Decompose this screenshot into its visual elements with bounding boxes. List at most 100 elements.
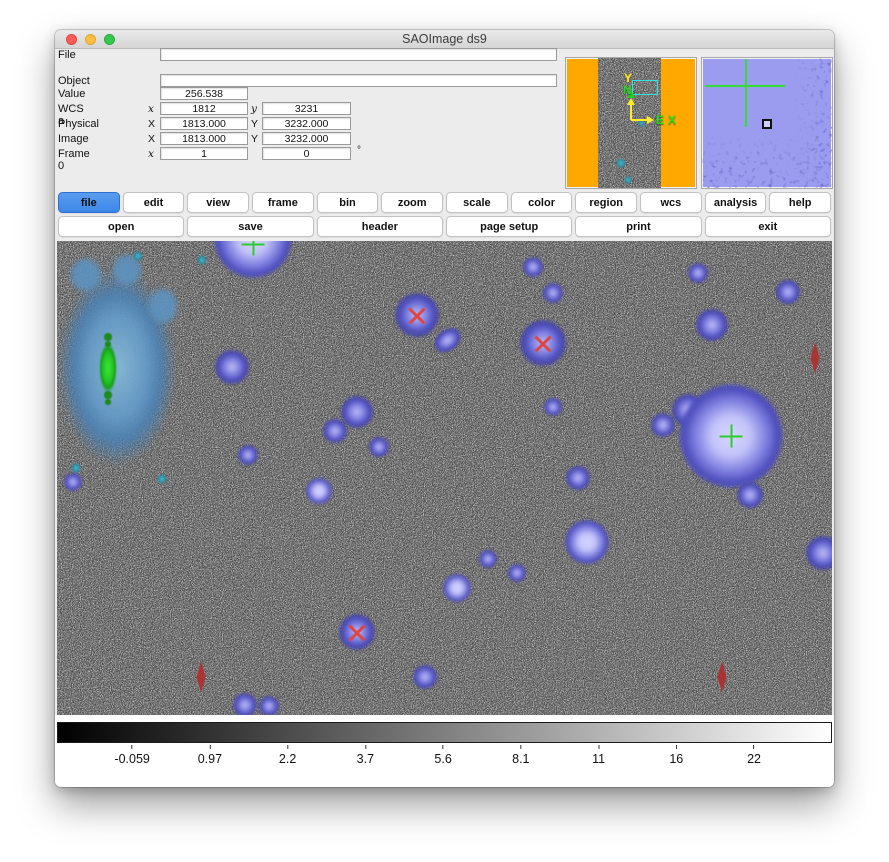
info-row-file: File — [55, 48, 560, 61]
star-core-green — [99, 343, 117, 393]
compass-x-arrow — [647, 116, 654, 124]
object-label: Object — [58, 75, 90, 87]
star-blob — [259, 696, 280, 715]
minimize-button[interactable] — [85, 34, 96, 45]
core-knot — [104, 391, 112, 399]
compass-y-axis — [630, 104, 632, 120]
info-row-object: Object — [55, 74, 560, 87]
button-analysis[interactable]: analysis — [705, 192, 767, 213]
physical-y-label: Y — [251, 118, 258, 130]
button-save[interactable]: save — [187, 216, 313, 237]
halo-bump — [71, 259, 101, 291]
magnifier[interactable] — [701, 57, 833, 189]
window-title: SAOImage ds9 — [55, 30, 834, 49]
colorbar-tick: 22 — [747, 745, 761, 766]
star-blob — [565, 520, 609, 564]
panner[interactable]: Y N E X — [565, 57, 697, 189]
degree-symbol: ° — [357, 145, 361, 156]
star-blob — [651, 413, 674, 436]
button-region[interactable]: region — [575, 192, 637, 213]
colorbar-tick: 11 — [592, 745, 605, 766]
star-blob — [341, 396, 372, 427]
frame-zoom-field[interactable] — [160, 147, 248, 160]
button-view[interactable]: view — [187, 192, 249, 213]
button-color[interactable]: color — [511, 192, 573, 213]
core-knot — [105, 399, 111, 405]
button-frame[interactable]: frame — [252, 192, 314, 213]
teal-speck — [157, 474, 167, 484]
teal-speck — [71, 463, 81, 473]
colorbar-area: -0.0590.972.23.75.68.1111622 — [55, 715, 834, 787]
image-y-field[interactable] — [262, 132, 351, 145]
core-knot — [104, 333, 112, 341]
physical-y-field[interactable] — [262, 117, 351, 130]
star-blob — [479, 550, 497, 568]
physical-label: Physical — [58, 118, 99, 130]
wcs-x-field[interactable] — [160, 102, 248, 115]
compass-north-label: N — [623, 84, 632, 96]
core-knot — [105, 341, 111, 347]
star-blob — [566, 466, 589, 489]
compass-east-label: E — [656, 114, 664, 126]
colorbar-gradient[interactable] — [57, 722, 832, 743]
button-exit[interactable]: exit — [705, 216, 831, 237]
close-button[interactable] — [66, 34, 77, 45]
physical-x-field[interactable] — [160, 117, 248, 130]
traffic-lights — [66, 34, 115, 45]
colorbar-tick: 0.97 — [198, 745, 222, 766]
magnifier-crosshair-h — [705, 85, 785, 87]
colorbar-tick: 16 — [669, 745, 683, 766]
star-blob — [215, 350, 249, 384]
colorbar-tick: -0.059 — [114, 745, 149, 766]
image-x-field[interactable] — [160, 132, 248, 145]
teal-speck — [197, 255, 207, 265]
button-print[interactable]: print — [575, 216, 701, 237]
colorbar-tick: 8.1 — [512, 745, 529, 766]
colorbar-tick: 5.6 — [434, 745, 451, 766]
button-zoom[interactable]: zoom — [381, 192, 443, 213]
compass-x-axis — [631, 119, 647, 121]
star-blob — [776, 280, 799, 303]
frame-rotate-field[interactable] — [262, 147, 351, 160]
button-wcs[interactable]: wcs — [640, 192, 702, 213]
compass-image-x-label: X — [668, 114, 676, 126]
region-marker-plus[interactable] — [242, 241, 265, 256]
star-blob — [64, 473, 82, 491]
star-blob — [544, 398, 562, 416]
region-marker-cross[interactable] — [348, 623, 367, 642]
file-label: File — [58, 49, 76, 61]
button-help[interactable]: help — [769, 192, 831, 213]
colorbar-tick: 3.7 — [357, 745, 374, 766]
star-blob — [508, 564, 526, 582]
button-file[interactable]: file — [58, 192, 120, 213]
button-header[interactable]: header — [317, 216, 443, 237]
image-canvas[interactable] — [57, 241, 832, 715]
region-marker-cross[interactable] — [408, 306, 427, 325]
file-field[interactable] — [160, 48, 557, 61]
halo-bump — [149, 289, 177, 323]
panner-view-rectangle[interactable] — [632, 80, 658, 95]
teal-speck — [133, 251, 143, 261]
star-blob — [806, 536, 832, 570]
button-scale[interactable]: scale — [446, 192, 508, 213]
star-blob — [233, 693, 256, 715]
zoom-button[interactable] — [104, 34, 115, 45]
magnified-noise-right — [793, 58, 832, 188]
value-label: Value — [58, 88, 85, 100]
wcs-y-label: y — [251, 103, 257, 115]
star-blob — [696, 309, 727, 340]
wcs-y-field[interactable] — [262, 102, 351, 115]
button-page-setup[interactable]: page setup — [446, 216, 572, 237]
wcs-x-label: x — [148, 103, 154, 115]
image-label: Image — [58, 133, 89, 145]
button-edit[interactable]: edit — [123, 192, 185, 213]
titlebar[interactable]: SAOImage ds9 — [55, 30, 834, 49]
object-field[interactable] — [160, 74, 557, 87]
region-marker-cross[interactable] — [534, 334, 553, 353]
button-open[interactable]: open — [58, 216, 184, 237]
ds9-window: SAOImage ds9 File Object Value WCS a x y… — [55, 30, 834, 787]
value-field[interactable] — [160, 87, 248, 100]
compass-y-arrow — [627, 98, 635, 105]
button-bin[interactable]: bin — [317, 192, 379, 213]
region-marker-plus[interactable] — [720, 425, 743, 448]
